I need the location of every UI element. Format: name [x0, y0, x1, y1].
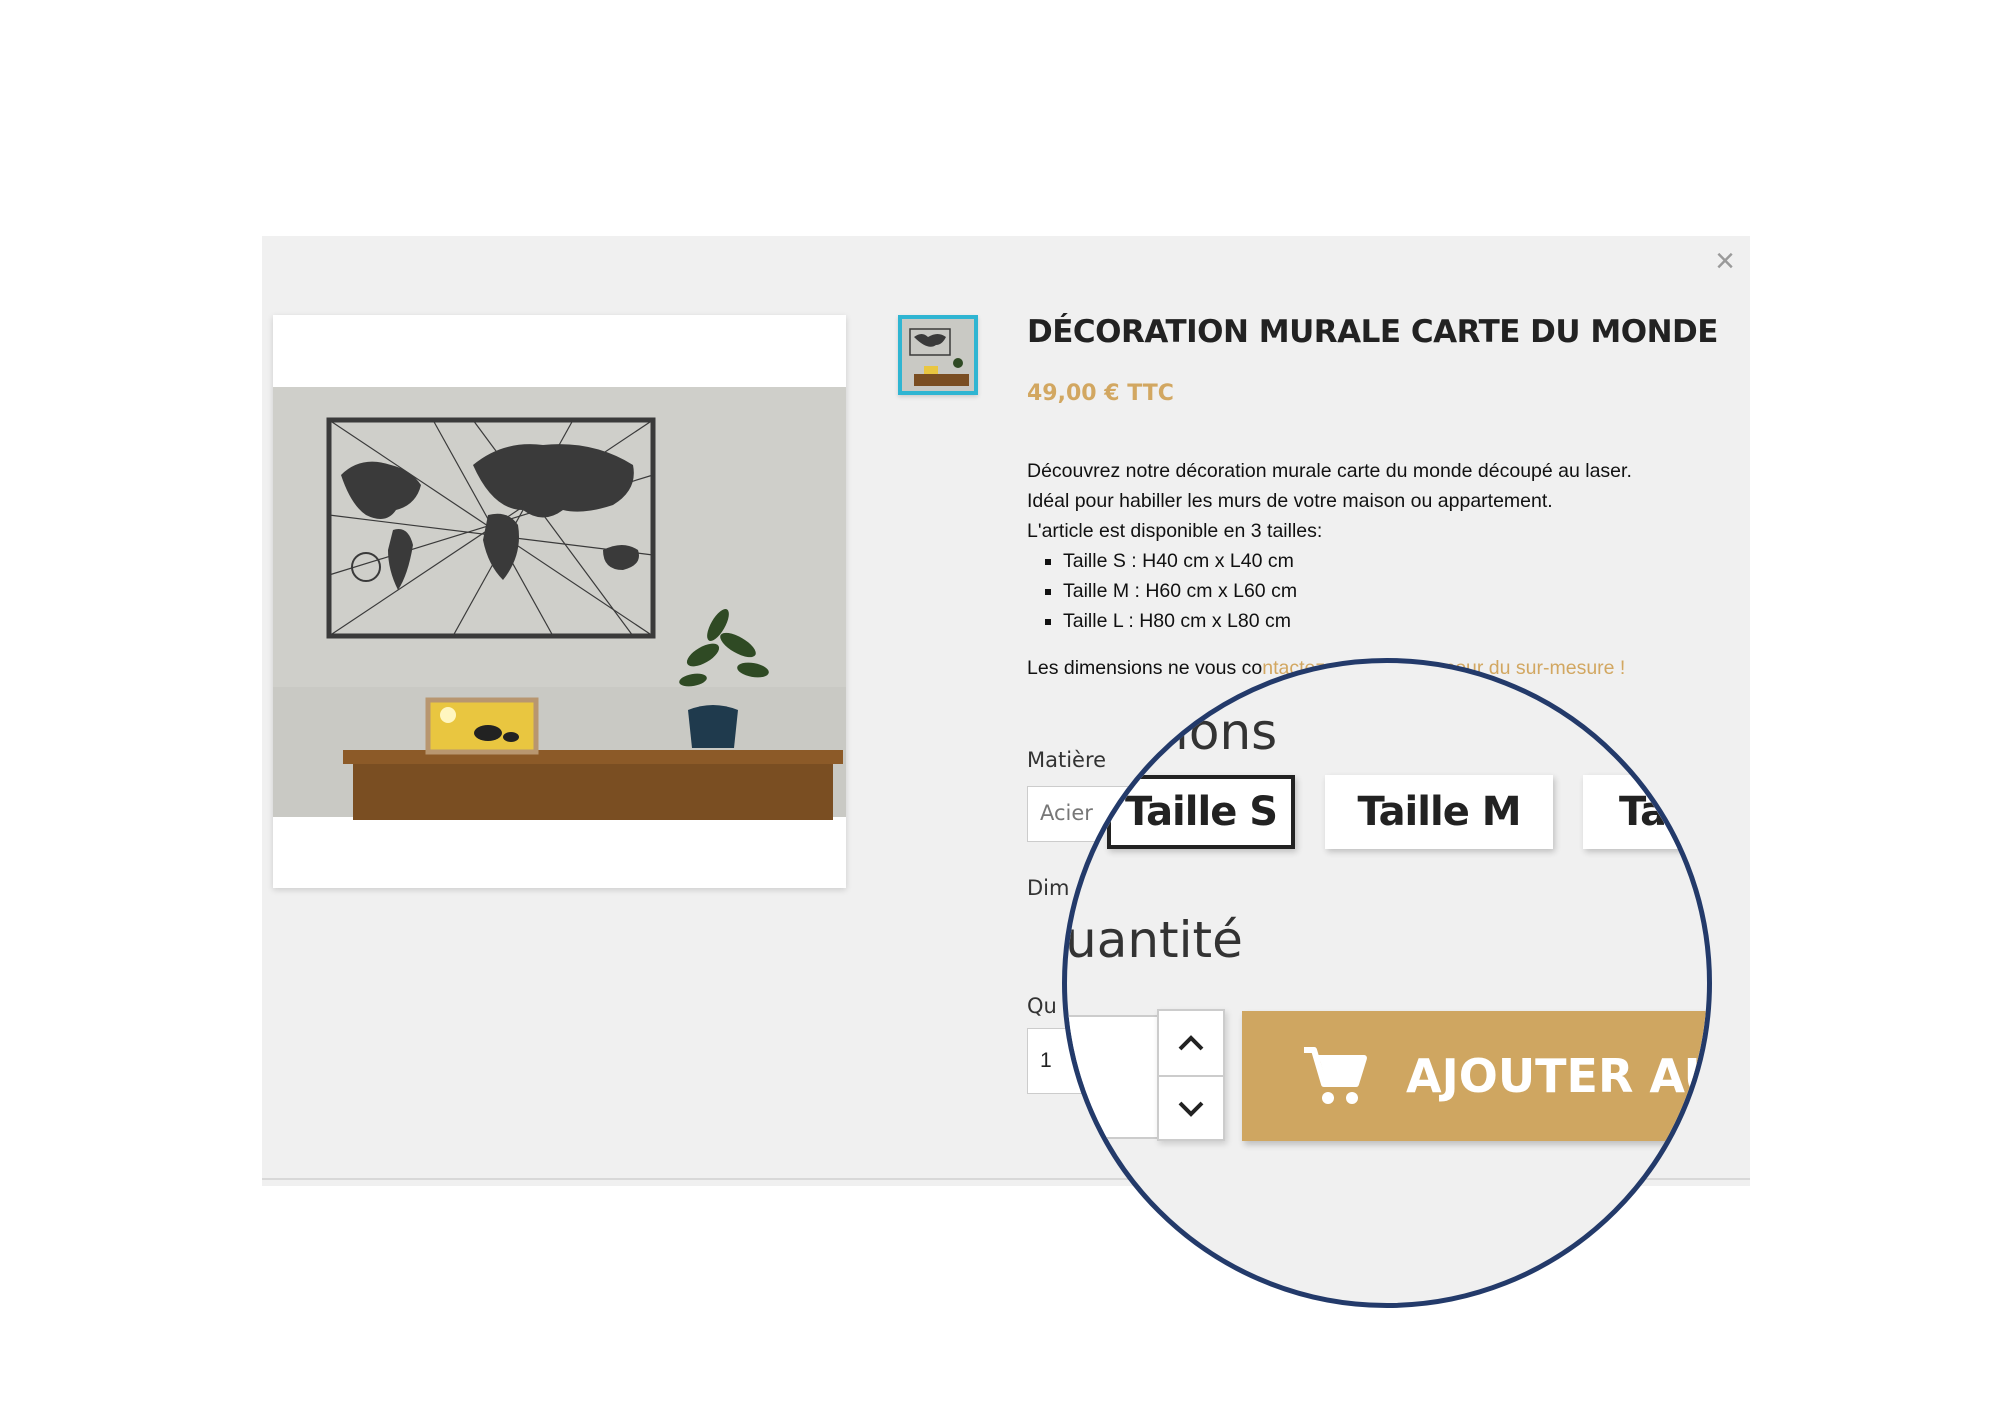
description-line: Idéal pour habiller les murs de votre ma… — [1027, 490, 1553, 512]
dimensions-heading-zoomed: ions — [1175, 703, 1278, 761]
quantity-stepper[interactable] — [1157, 1009, 1225, 1141]
size-option-s[interactable]: Taille S — [1107, 775, 1295, 849]
product-thumbnail[interactable] — [898, 315, 978, 395]
product-description: Découvrez notre décoration murale carte … — [1027, 456, 1747, 683]
close-icon[interactable]: × — [1708, 244, 1742, 278]
product-price: 49,00 € TTC — [1027, 381, 1174, 406]
size-option-l[interactable]: Ta — [1583, 775, 1707, 849]
decrement-button[interactable] — [1159, 1077, 1223, 1141]
size-list-item: Taille M : H60 cm x L60 cm — [1063, 576, 1747, 606]
chevron-down-icon — [1178, 1101, 1204, 1117]
zoom-magnifier: ions Taille S Taille M Ta uantité AJOUTE… — [1062, 658, 1712, 1308]
size-list-item: Taille S : H40 cm x L40 cm — [1063, 546, 1747, 576]
description-line: L'article est disponible en 3 tailles: — [1027, 520, 1323, 542]
description-line: Découvrez notre décoration murale carte … — [1027, 460, 1632, 482]
cart-icon — [1304, 1047, 1367, 1104]
add-to-cart-button[interactable]: AJOUTER AU — [1242, 1011, 1712, 1141]
add-to-cart-label: AJOUTER AU — [1406, 1049, 1712, 1103]
size-list-item: Taille L : H80 cm x L80 cm — [1063, 606, 1747, 636]
quantity-label: Qu — [1027, 994, 1057, 1018]
chevron-up-icon — [1178, 1035, 1204, 1051]
size-option-m[interactable]: Taille M — [1325, 775, 1553, 849]
dimension-label: Dim — [1027, 876, 1070, 900]
quantity-heading-zoomed: uantité — [1065, 911, 1243, 969]
increment-button[interactable] — [1159, 1011, 1223, 1077]
size-list: Taille S : H40 cm x L40 cm Taille M : H6… — [1027, 546, 1747, 636]
product-title: DÉCORATION MURALE CARTE DU MONDE — [1027, 314, 1718, 350]
product-main-image[interactable] — [273, 315, 846, 888]
